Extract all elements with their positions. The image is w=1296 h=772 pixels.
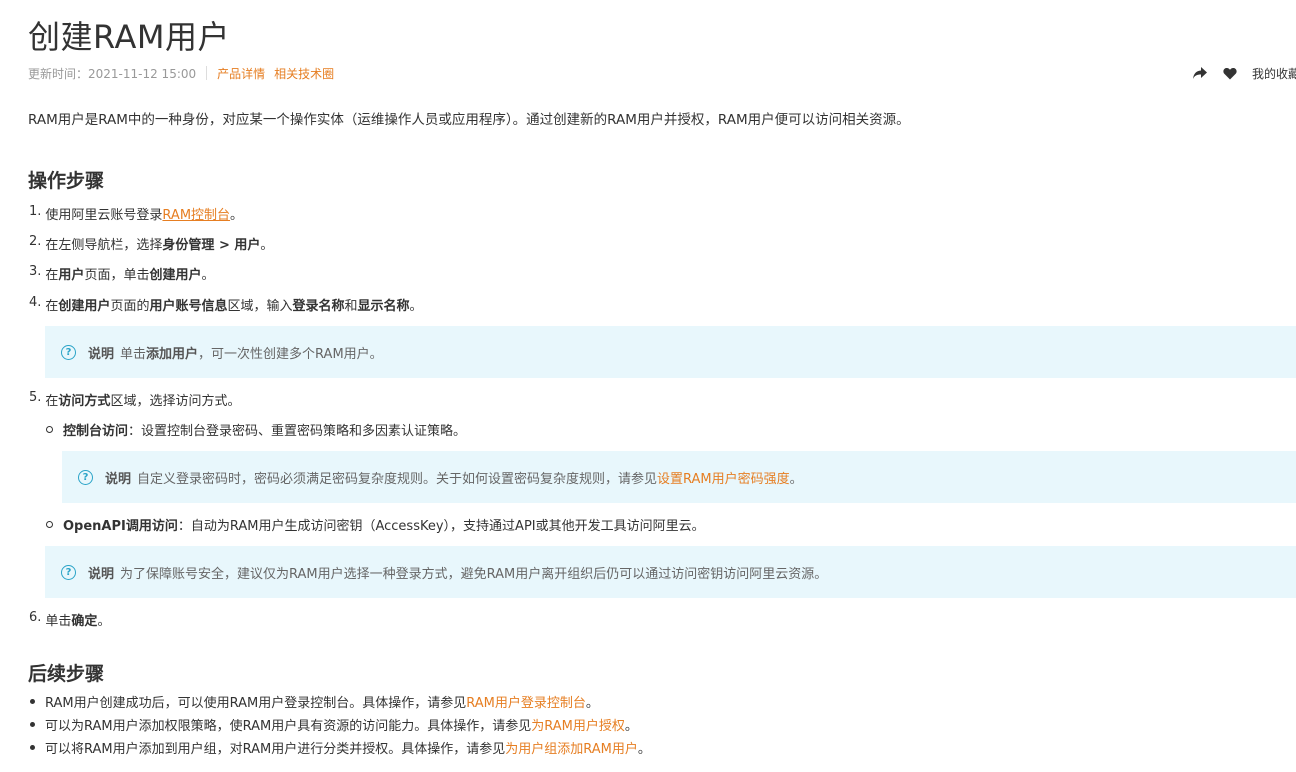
question-circle-icon: ? xyxy=(78,469,93,485)
step-text: 使用阿里云账号登录 xyxy=(45,208,163,223)
note-text: 单击 xyxy=(120,346,147,362)
step-bold: 用户 xyxy=(58,268,85,283)
step-bold: 创建用户 xyxy=(149,268,202,283)
step-6: 6. 单击 确定 。 xyxy=(29,610,110,629)
question-circle-icon: ? xyxy=(61,344,76,360)
section-heading-steps: 操作步骤 xyxy=(28,170,105,192)
share-arrow-icon[interactable] xyxy=(1190,64,1210,82)
note-bold: 添加用户 xyxy=(146,346,199,362)
access-option-console: 控制台访问 ：设置控制台登录密码、重置密码策略和多因素认证策略。 xyxy=(46,420,466,439)
tech-circle-link[interactable]: 相关技术圈 xyxy=(274,65,334,82)
list-item: 可以为RAM用户添加权限策略，使RAM用户具有资源的访问能力。具体操作，请参见 … xyxy=(30,715,638,734)
step-number: 4. xyxy=(29,295,42,310)
step-text: 页面的 xyxy=(110,299,150,314)
step-text: 在 xyxy=(45,299,59,314)
option-text: ：自动为RAM用户生成访问密钥（AccessKey），支持通过API或其他开发工… xyxy=(177,519,705,534)
step-number: 1. xyxy=(29,204,42,219)
note-label: 说明 xyxy=(88,346,115,362)
note-label: 说明 xyxy=(105,471,132,487)
option-text: ：设置控制台登录密码、重置密码策略和多因素认证策略。 xyxy=(128,424,467,439)
step-text: 和 xyxy=(344,299,358,314)
step-bold: 用户账号信息 xyxy=(149,299,228,314)
step-number: 2. xyxy=(29,234,42,249)
note-box: ? 说明 自定义登录密码时，密码必须满足密码复杂度规则。关于如何设置密码复杂度规… xyxy=(62,451,1296,503)
note-box: ? 说明 为了保障账号安全，建议仅为RAM用户选择一种登录方式，避免RAM用户离… xyxy=(45,546,1296,598)
bullet-dot xyxy=(30,699,35,704)
ram-user-login-link[interactable]: RAM用户登录控制台 xyxy=(466,692,586,711)
step-bold: 登录名称 xyxy=(292,299,345,314)
hollow-bullet-icon xyxy=(46,426,53,433)
page-title: 创建RAM用户 xyxy=(28,18,230,56)
step-bold: 访问方式 xyxy=(58,394,111,409)
step-number: 3. xyxy=(29,264,42,279)
step-text: 页面，单击 xyxy=(84,268,150,283)
option-title: OpenAPI调用访问 xyxy=(63,519,178,534)
step-bold: 创建用户 xyxy=(58,299,111,314)
question-circle-icon: ? xyxy=(61,564,76,580)
list-text: 可以将RAM用户添加到用户组，对RAM用户进行分类并授权。具体操作，请参见 xyxy=(45,742,506,757)
note-text: 。 xyxy=(789,471,803,487)
step-2: 2. 在左侧导航栏，选择 身份管理 > 用户 。 xyxy=(29,234,273,253)
bullet-dot xyxy=(30,722,35,727)
doc-actions: 我的收藏 xyxy=(1190,64,1296,82)
favorite-label[interactable]: 我的收藏 xyxy=(1252,65,1296,82)
step-text: 。 xyxy=(97,614,111,629)
step-text: 在 xyxy=(45,268,59,283)
list-text: 。 xyxy=(585,696,599,711)
meta-bar: 更新时间：2021-11-12 15:00 产品详情 相关技术圈 xyxy=(28,64,343,82)
step-text: 在左侧导航栏，选择 xyxy=(45,238,163,253)
hollow-bullet-icon xyxy=(46,521,53,528)
product-detail-link[interactable]: 产品详情 xyxy=(217,65,265,82)
add-user-to-group-link[interactable]: 为用户组添加RAM用户 xyxy=(505,738,638,757)
list-text: 。 xyxy=(624,719,638,734)
note-text: 自定义登录密码时，密码必须满足密码复杂度规则。关于如何设置密码复杂度规则，请参见 xyxy=(137,471,658,487)
step-number: 6. xyxy=(29,610,42,625)
option-title: 控制台访问 xyxy=(63,424,129,439)
step-text: 。 xyxy=(260,238,274,253)
list-item: RAM用户创建成功后，可以使用RAM用户登录控制台。具体操作，请参见 RAM用户… xyxy=(30,692,599,711)
step-1: 1. 使用阿里云账号登录 RAM控制台 。 xyxy=(29,204,243,223)
doc-page: 创建RAM用户 更新时间：2021-11-12 15:00 产品详情 相关技术圈… xyxy=(0,0,1296,772)
step-number: 5. xyxy=(29,390,42,405)
step-bold: 身份管理 > 用户 xyxy=(162,238,261,253)
step-bold: 显示名称 xyxy=(357,299,410,314)
step-4: 4. 在 创建用户 页面的 用户账号信息 区域，输入 登录名称 和 显示名称 。 xyxy=(29,295,423,314)
list-text: RAM用户创建成功后，可以使用RAM用户登录控制台。具体操作，请参见 xyxy=(45,696,467,711)
heart-icon[interactable] xyxy=(1220,64,1240,82)
step-text: 单击 xyxy=(45,614,72,629)
note-text: ，可一次性创建多个RAM用户。 xyxy=(198,346,383,362)
note-box: ? 说明 单击 添加用户 ，可一次性创建多个RAM用户。 xyxy=(45,326,1296,378)
list-text: 。 xyxy=(637,742,651,757)
password-strength-link[interactable]: 设置RAM用户密码强度 xyxy=(657,468,790,487)
step-text: 。 xyxy=(409,299,423,314)
list-item: 可以将RAM用户添加到用户组，对RAM用户进行分类并授权。具体操作，请参见 为用… xyxy=(30,738,651,757)
step-5: 5. 在 访问方式 区域，选择访问方式。 xyxy=(29,390,240,409)
section-heading-next-steps: 后续步骤 xyxy=(28,663,105,685)
step-text: 。 xyxy=(201,268,215,283)
list-text: 可以为RAM用户添加权限策略，使RAM用户具有资源的访问能力。具体操作，请参见 xyxy=(45,719,532,734)
note-text: 为了保障账号安全，建议仅为RAM用户选择一种登录方式，避免RAM用户离开组织后仍… xyxy=(120,566,828,582)
intro-paragraph: RAM用户是RAM中的一种身份，对应某一个操作实体（运维操作人员或应用程序）。通… xyxy=(28,112,910,128)
step-text: 区域，选择访问方式。 xyxy=(110,394,241,409)
meta-divider xyxy=(206,66,208,80)
step-bold: 确定 xyxy=(71,614,98,629)
step-text: 在 xyxy=(45,394,59,409)
step-3: 3. 在 用户 页面，单击 创建用户 。 xyxy=(29,264,214,283)
step-text: 区域，输入 xyxy=(227,299,293,314)
step-text: 。 xyxy=(230,208,244,223)
bullet-dot xyxy=(30,745,35,750)
ram-console-link[interactable]: RAM控制台 xyxy=(162,204,230,223)
access-option-openapi: OpenAPI调用访问 ：自动为RAM用户生成访问密钥（AccessKey），支… xyxy=(46,515,705,534)
ram-user-authorize-link[interactable]: 为RAM用户授权 xyxy=(531,715,625,734)
note-label: 说明 xyxy=(88,566,115,582)
updated-time: 更新时间：2021-11-12 15:00 xyxy=(28,66,197,81)
